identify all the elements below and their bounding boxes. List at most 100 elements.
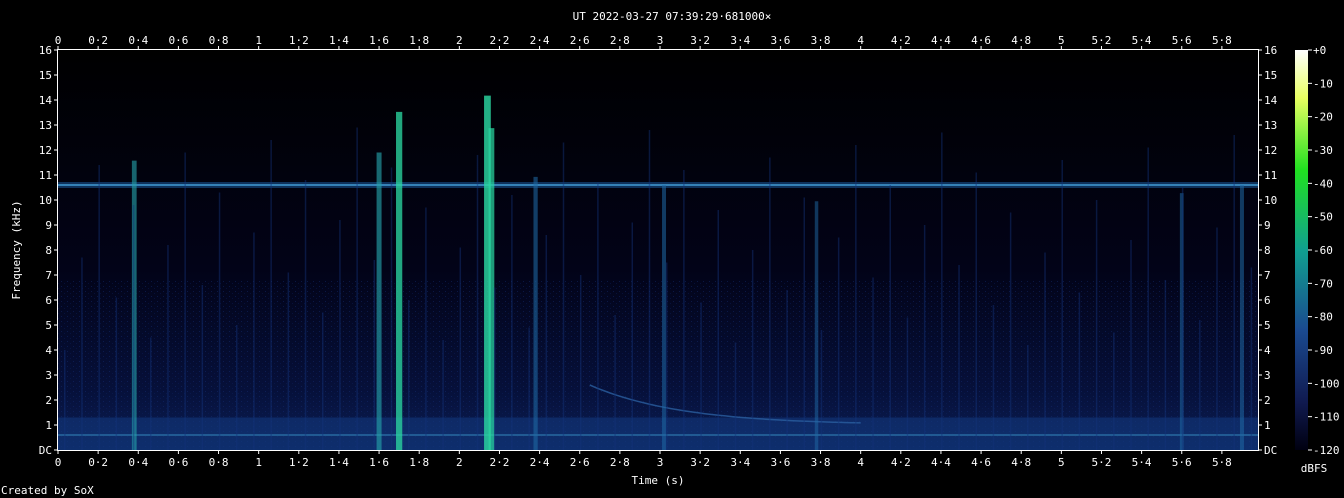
x-tick-label-top: 5·2 <box>1092 34 1112 47</box>
faint-streak <box>1181 187 1184 450</box>
faint-streak <box>1095 200 1098 450</box>
faint-streak <box>751 250 754 450</box>
faint-streak <box>1078 292 1081 450</box>
faint-streak <box>235 325 238 450</box>
x-tick-label: 4 <box>857 456 864 469</box>
y-tick-label: 10 <box>39 194 52 207</box>
faint-streak <box>872 277 874 450</box>
x-tick-label: 0·6 <box>168 456 188 469</box>
x-tick-label: 0·2 <box>88 456 108 469</box>
faint-streak <box>64 350 66 450</box>
y-tick-label-right: 3 <box>1264 369 1271 382</box>
y-tick-label-right: 5 <box>1264 319 1271 332</box>
faint-streak <box>98 165 100 450</box>
faint-streak <box>167 245 169 450</box>
colorbar-tick-label: -10 <box>1313 77 1333 90</box>
x-tick-label-top: 1·6 <box>369 34 389 47</box>
faint-streak <box>339 220 341 450</box>
x-tick-label-top: 3 <box>657 34 664 47</box>
plot-area <box>57 49 1259 451</box>
x-tick-label: 2·4 <box>530 456 550 469</box>
faint-streak <box>1027 345 1029 450</box>
faint-streak <box>923 225 926 450</box>
faint-streak <box>1113 332 1115 450</box>
faint-streak <box>855 145 857 450</box>
x-tick-label: 1·2 <box>289 456 309 469</box>
y-tick-label: 5 <box>45 319 52 332</box>
y-axis-right: DC12345678910111213141516 <box>1258 44 1278 457</box>
faint-streak <box>941 132 943 450</box>
faint-streak <box>356 127 358 450</box>
colorbar-tick-label: -20 <box>1313 111 1333 124</box>
y-tick-label-right: 10 <box>1264 194 1277 207</box>
x-tick-label: 0·4 <box>128 456 148 469</box>
faint-streak <box>390 167 393 450</box>
y-axis-label: Frequency (kHz) <box>10 200 23 299</box>
faint-streak <box>734 342 737 450</box>
x-axis-label: Time (s) <box>632 474 685 487</box>
faint-streak <box>1250 267 1253 450</box>
faint-streak <box>528 327 530 450</box>
colorbar-tick-label: +0 <box>1313 44 1326 57</box>
x-tick-label-top: 0·6 <box>168 34 188 47</box>
faint-streak <box>150 337 152 450</box>
impulse-streak <box>488 128 495 450</box>
x-tick-label: 1·8 <box>409 456 429 469</box>
faint-streak <box>1044 252 1046 450</box>
x-tick-label-top: 0·8 <box>209 34 229 47</box>
impulse-streak <box>814 201 819 450</box>
x-tick-label-top: 3·6 <box>770 34 790 47</box>
faint-streak <box>717 210 720 450</box>
faint-streak <box>562 142 565 450</box>
credit-text: Created by SoX <box>1 484 94 497</box>
y-tick-label: 11 <box>39 169 52 182</box>
faint-streak <box>889 185 891 450</box>
x-tick-label: 3·4 <box>730 456 750 469</box>
faint-streak <box>1147 147 1149 450</box>
faint-streak <box>1233 135 1235 450</box>
x-tick-label-top: 5·4 <box>1132 34 1152 47</box>
faint-streak <box>545 235 548 450</box>
colorbar-tick-label: -70 <box>1313 277 1333 290</box>
y-tick-label-right: 9 <box>1264 219 1271 232</box>
faint-streak <box>665 262 668 450</box>
y-tick-label-right: 12 <box>1264 144 1277 157</box>
spectrogram-chart: UT 2022-03-27 07:39:29·681000× 0 0·2 0·4 0·… <box>10 10 1340 487</box>
faint-streak <box>614 315 616 450</box>
impulse-streak <box>533 176 538 450</box>
x-tick-label-top: 5·8 <box>1212 34 1232 47</box>
faint-streak <box>700 302 702 450</box>
x-tick-label-top: 5·6 <box>1172 34 1192 47</box>
x-tick-label: 4·4 <box>931 456 951 469</box>
x-tick-label: 2·2 <box>490 456 510 469</box>
x-tick-label-top: 3·4 <box>730 34 750 47</box>
faint-streak <box>287 272 290 450</box>
faint-streak <box>992 305 995 450</box>
x-tick-label: 2·6 <box>570 456 590 469</box>
faint-streak <box>270 140 272 450</box>
colorbar-tick-label: -80 <box>1313 311 1333 324</box>
x-tick-label: 3·2 <box>690 456 710 469</box>
colorbar-label: dBFS <box>1301 462 1328 475</box>
x-tick-label: 5·4 <box>1132 456 1152 469</box>
colorbar-tick-label: -110 <box>1313 411 1340 424</box>
impulse-streak <box>662 185 667 450</box>
x-tick-label-top: 2·4 <box>530 34 550 47</box>
x-tick-label-top: 3·2 <box>690 34 710 47</box>
colorbar-tick-label: -60 <box>1313 244 1333 257</box>
low-frequency-band <box>58 417 1258 450</box>
x-tick-label: 2 <box>456 456 463 469</box>
faint-streak <box>459 247 462 450</box>
y-tick-label-right: 15 <box>1264 69 1277 82</box>
faint-streak <box>253 232 255 450</box>
colorbar-tick-label: -40 <box>1313 177 1333 190</box>
x-tick-label-top: 4·2 <box>891 34 911 47</box>
faint-streak <box>958 265 960 450</box>
y-tick-label: 13 <box>39 119 52 132</box>
faint-streak <box>1061 160 1063 450</box>
faint-streak <box>476 155 479 450</box>
chart-title: UT 2022-03-27 07:39:29·681000× <box>573 10 772 23</box>
colorbar-tick-label: -120 <box>1313 444 1340 457</box>
x-tick-label-top: 0·2 <box>88 34 108 47</box>
y-tick-label: 6 <box>45 294 52 307</box>
